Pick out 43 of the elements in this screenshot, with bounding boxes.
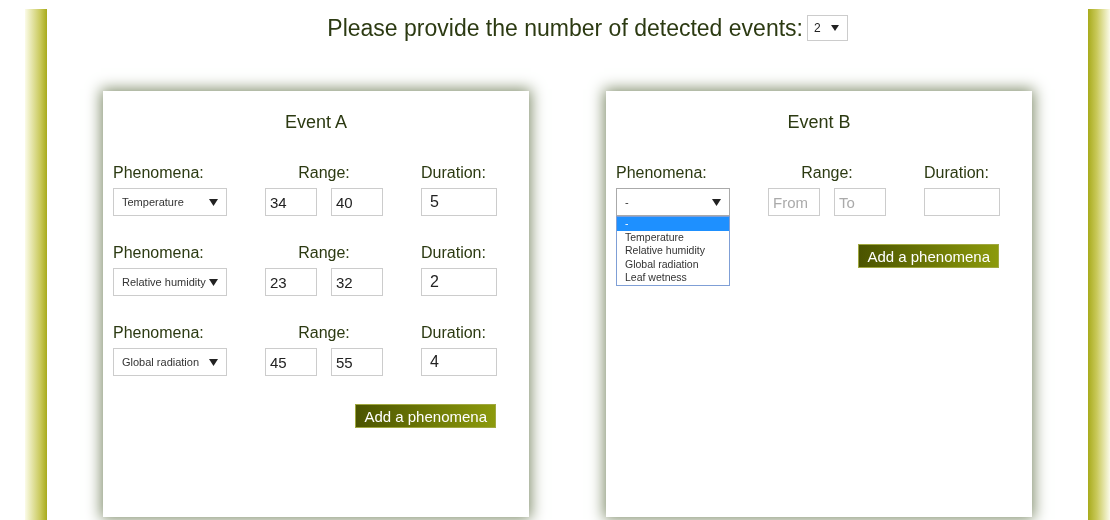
phenomena-label: Phenomena: <box>113 164 205 183</box>
duration-label: Duration: <box>421 324 487 343</box>
add-phenomena-button[interactable]: Add a phenomena <box>858 244 999 268</box>
duration-label: Duration: <box>924 164 990 183</box>
duration-field[interactable]: 5 <box>421 188 497 216</box>
dropdown-option[interactable]: Temperature <box>617 230 729 244</box>
caret-icon <box>830 25 839 31</box>
caret-icon <box>209 198 218 206</box>
dropdown-option[interactable]: Relative humidity <box>617 244 729 258</box>
range-label: Range: <box>297 324 351 343</box>
count-select[interactable]: 2 <box>806 15 848 41</box>
range-to-field[interactable]: 55 <box>331 348 383 376</box>
dropdown-option[interactable]: Global radiation <box>617 257 729 271</box>
prompt-text: Please provide the number of detected events: <box>327 14 803 42</box>
phenomena-select[interactable]: - <box>616 188 730 216</box>
caret-icon <box>209 278 218 286</box>
duration-label: Duration: <box>421 164 487 183</box>
range-from-field[interactable]: 23 <box>265 268 317 296</box>
dropdown-option[interactable]: Leaf wetness <box>617 271 729 285</box>
range-label: Range: <box>800 164 854 183</box>
range-to-field[interactable]: To <box>834 188 886 216</box>
phenomena-label: Phenomena: <box>616 164 708 183</box>
phenomena-select[interactable]: Global radiation <box>113 348 227 376</box>
duration-label: Duration: <box>421 244 487 263</box>
caret-icon <box>712 198 721 206</box>
event-title: Event B <box>786 112 852 133</box>
phenomena-select[interactable]: Relative humidity <box>113 268 227 296</box>
range-label: Range: <box>297 244 351 263</box>
phenomena-label: Phenomena: <box>113 324 205 343</box>
duration-field[interactable]: 2 <box>421 268 497 296</box>
range-from-field[interactable]: 34 <box>265 188 317 216</box>
range-label: Range: <box>297 164 351 183</box>
caret-icon <box>209 358 218 366</box>
event-title: Event A <box>283 112 348 133</box>
add-phenomena-button[interactable]: Add a phenomena <box>355 404 496 428</box>
range-from-field[interactable]: From <box>768 188 820 216</box>
phenomena-select[interactable]: Temperature <box>113 188 227 216</box>
range-to-field[interactable]: 32 <box>331 268 383 296</box>
duration-field[interactable]: 4 <box>421 348 497 376</box>
phenomena-label: Phenomena: <box>113 244 205 263</box>
range-from-field[interactable]: 45 <box>265 348 317 376</box>
duration-field[interactable] <box>924 188 1000 216</box>
range-to-field[interactable]: 40 <box>331 188 383 216</box>
